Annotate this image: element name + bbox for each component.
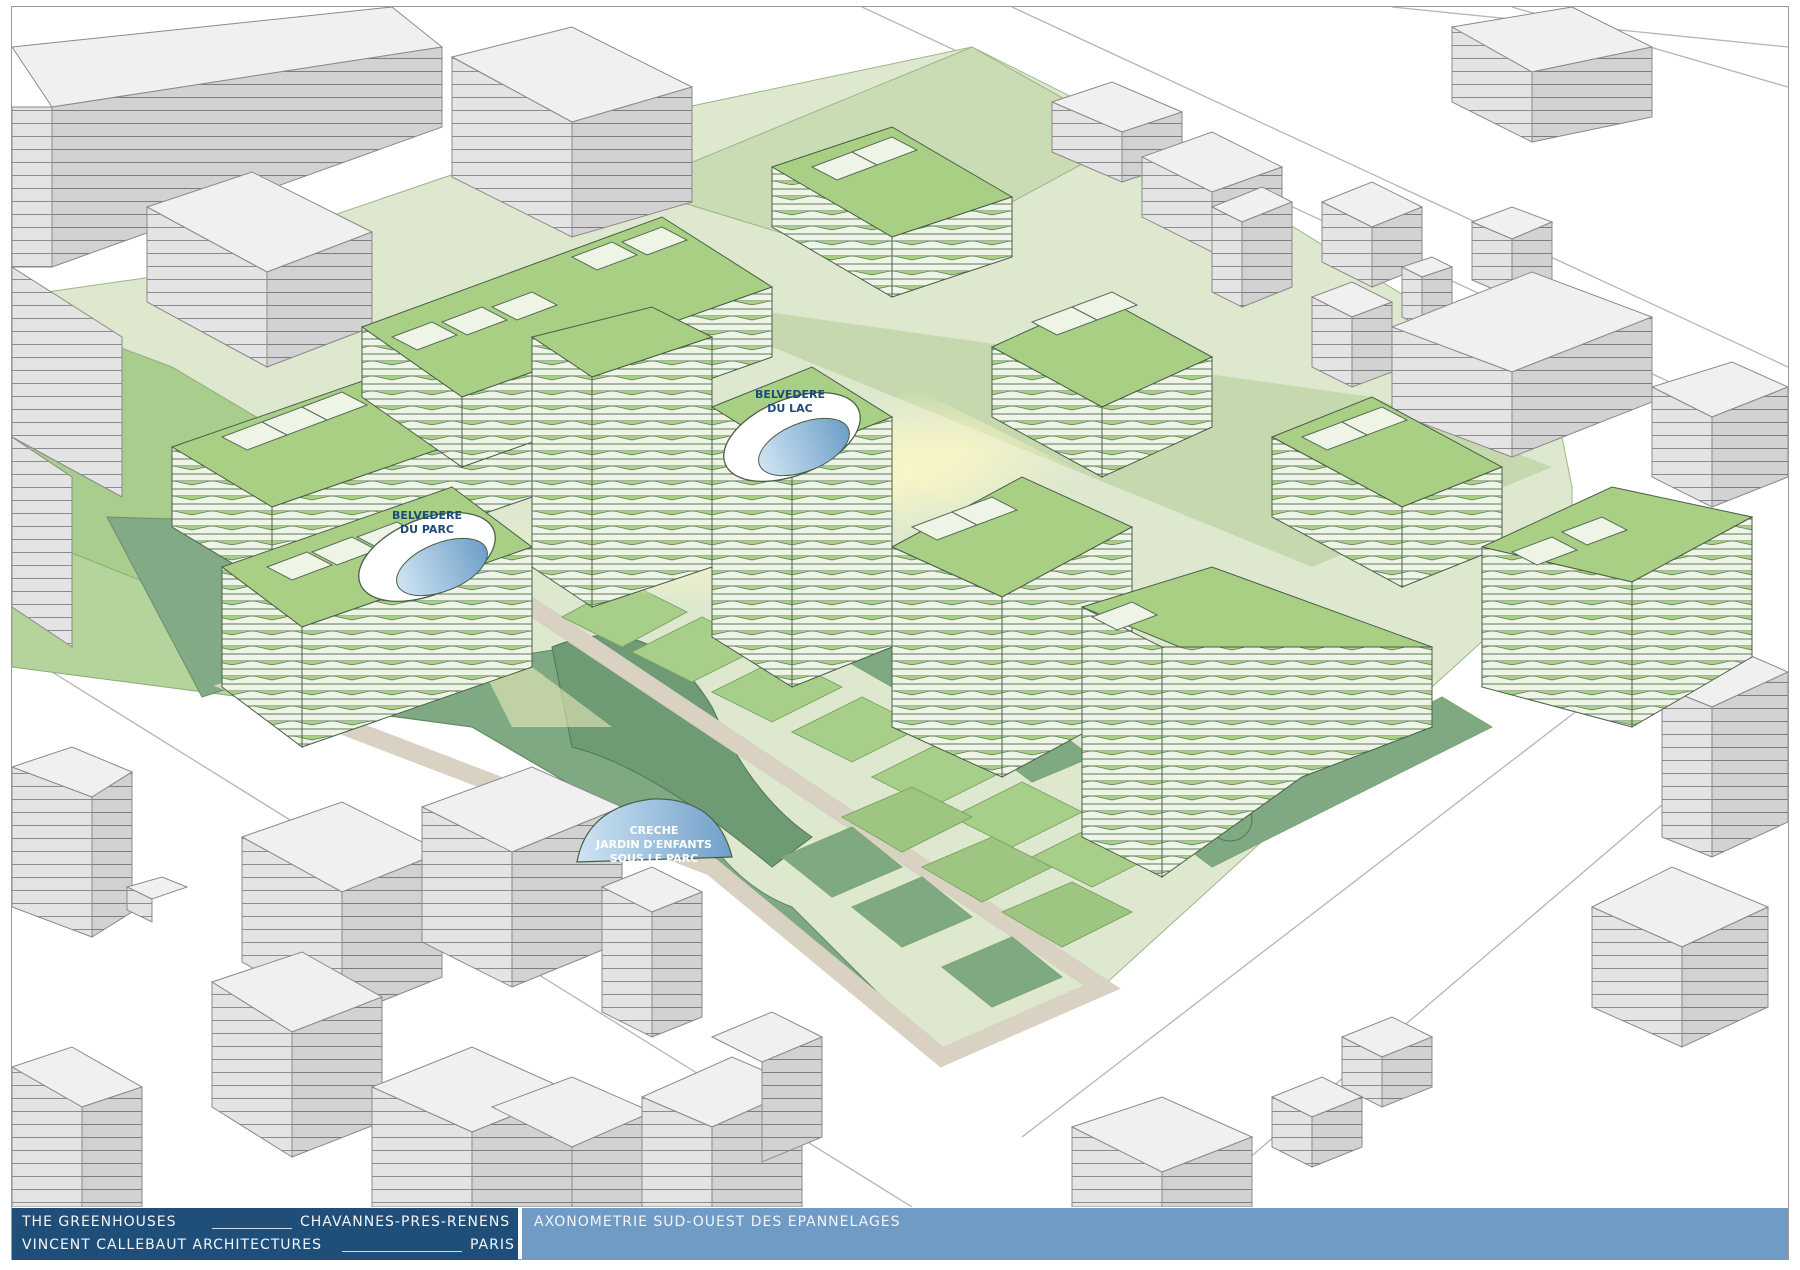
axonometric-sheet: BELVEDERE DU PARC BELVEDERE DU LAC CRECH… bbox=[0, 0, 1800, 1270]
belvedere-lac-label-line1: BELVEDERE bbox=[755, 388, 825, 401]
architect-name: VINCENT CALLEBAUT ARCHITECTURES bbox=[22, 1237, 322, 1253]
context-building bbox=[1590, 866, 1770, 1048]
context-building bbox=[125, 876, 189, 923]
project-location: CHAVANNES-PRES-RENENS bbox=[300, 1214, 511, 1230]
creche-label-line3: SOUS LE PARC bbox=[610, 852, 698, 865]
context-building bbox=[1310, 281, 1394, 388]
context-building bbox=[420, 766, 624, 988]
context-building bbox=[12, 746, 134, 938]
creche-label-line1: CRECHE bbox=[630, 824, 679, 837]
context-building bbox=[210, 951, 384, 1158]
drawing-title: AXONOMETRIE SUD-OUEST DES EPANNELAGES bbox=[534, 1214, 901, 1230]
context-building bbox=[1450, 7, 1654, 143]
context-building bbox=[1070, 1096, 1254, 1207]
leader-line bbox=[342, 1251, 462, 1252]
title-block: THE GREENHOUSES CHAVANNES-PRES-RENENS VI… bbox=[12, 1208, 1788, 1260]
title-block-left: THE GREENHOUSES CHAVANNES-PRES-RENENS VI… bbox=[12, 1208, 518, 1260]
leader-line bbox=[212, 1228, 292, 1229]
context-building bbox=[600, 866, 704, 1038]
title-block-right: AXONOMETRIE SUD-OUEST DES EPANNELAGES bbox=[522, 1208, 1788, 1260]
belvedere-parc-label-line2: DU PARC bbox=[400, 523, 454, 536]
belvedere-parc-label-line1: BELVEDERE bbox=[392, 509, 462, 522]
project-name: THE GREENHOUSES bbox=[22, 1214, 177, 1230]
architect-city: PARIS bbox=[470, 1237, 515, 1253]
tower-central-tall bbox=[530, 306, 714, 608]
creche-label-line2: JARDIN D'ENFANTS bbox=[595, 838, 712, 851]
axonometric-drawing: BELVEDERE DU PARC BELVEDERE DU LAC CRECH… bbox=[12, 7, 1788, 1207]
context-building bbox=[1270, 1076, 1364, 1168]
context-building bbox=[1650, 361, 1788, 508]
belvedere-lac-label-line2: DU LAC bbox=[767, 402, 813, 415]
context-building bbox=[1210, 186, 1294, 308]
context-building bbox=[12, 1046, 144, 1207]
